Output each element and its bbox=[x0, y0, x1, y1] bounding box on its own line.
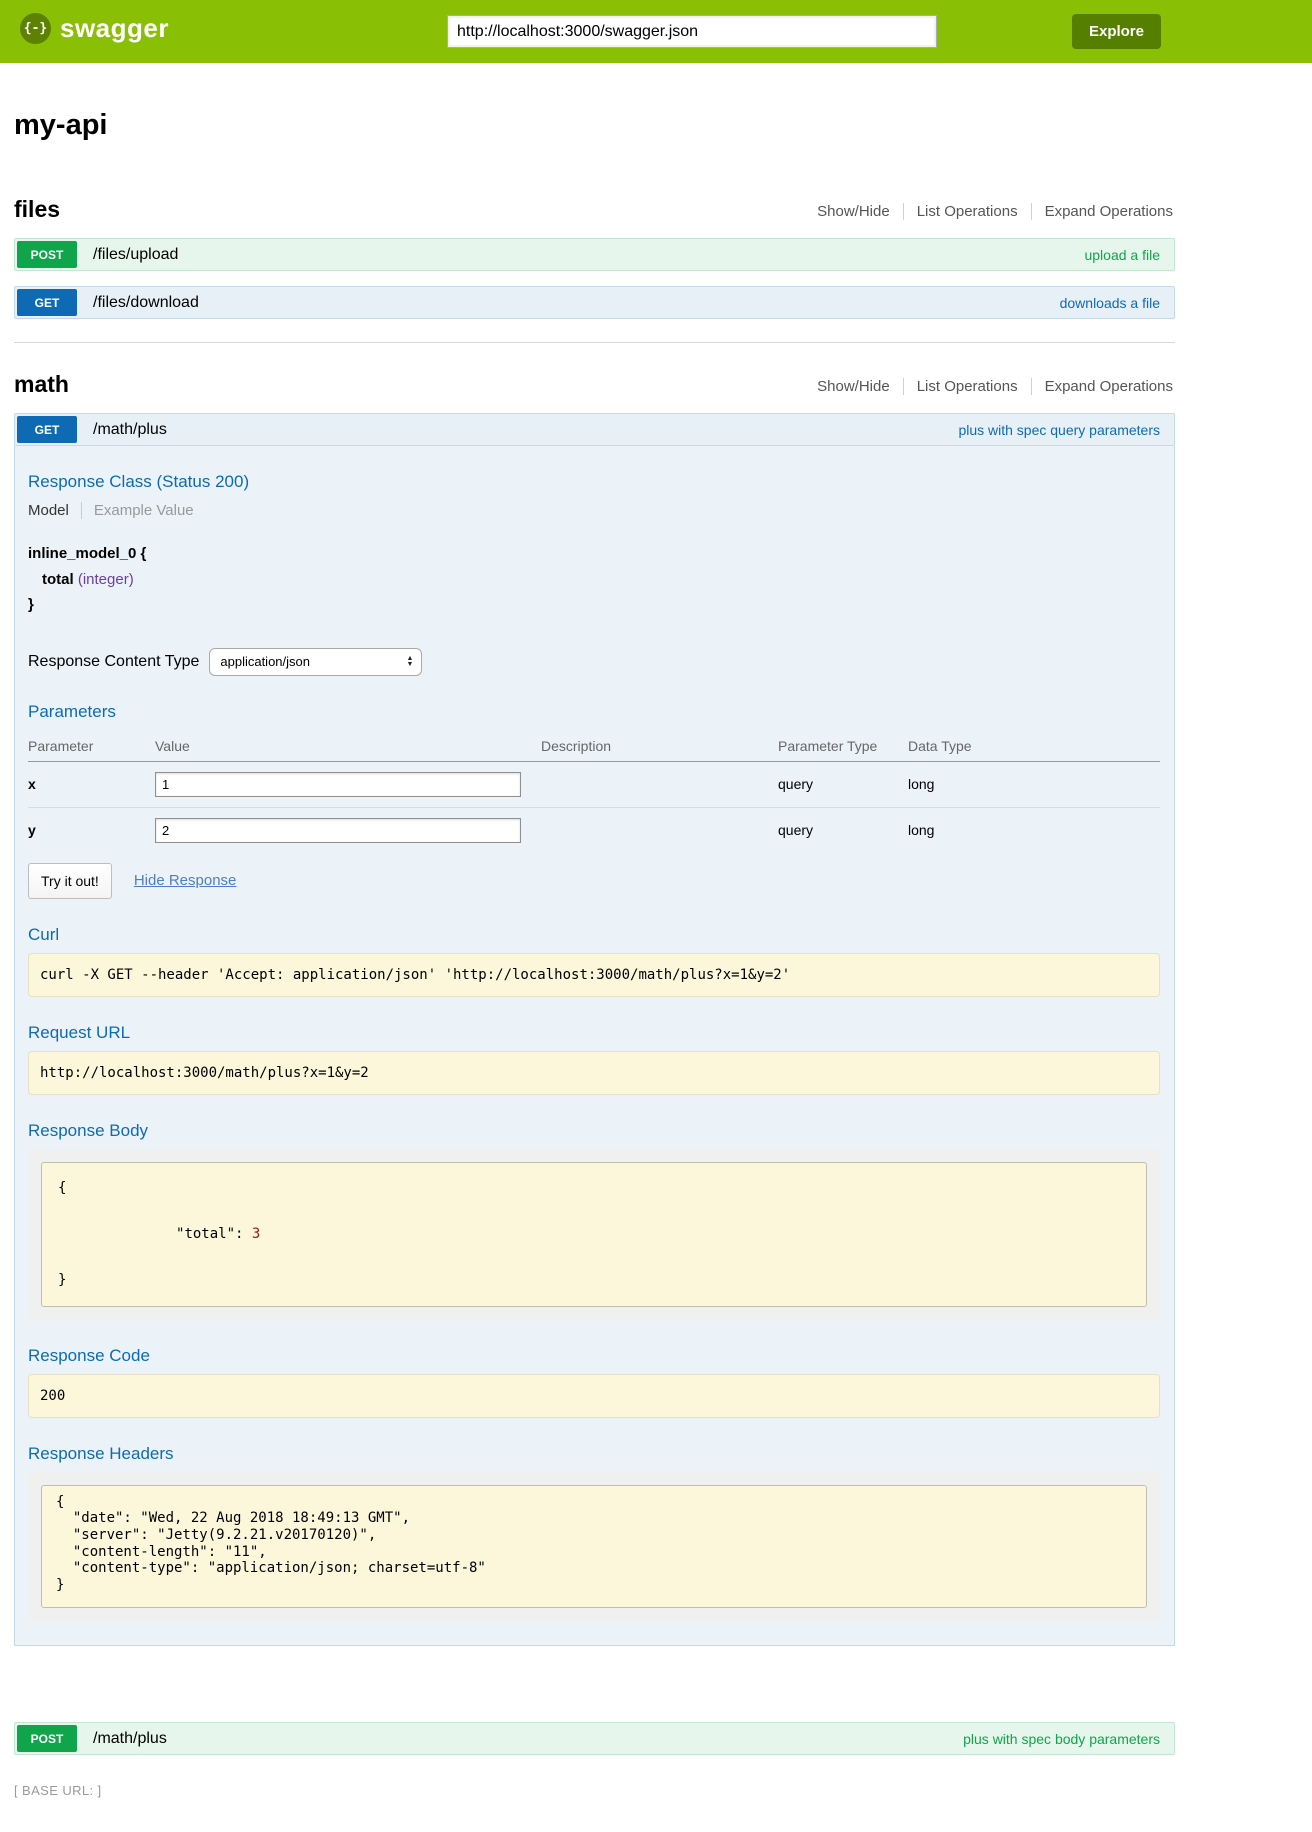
col-header-parameter: Parameter bbox=[28, 730, 155, 762]
response-body-close: } bbox=[58, 1269, 1130, 1292]
expand-operations-link[interactable]: Expand Operations bbox=[1031, 378, 1175, 395]
method-badge-get: GET bbox=[17, 289, 77, 316]
method-badge-get: GET bbox=[17, 416, 77, 443]
expand-operations-link[interactable]: Expand Operations bbox=[1031, 203, 1175, 220]
response-body-container: { "total": 3 } bbox=[28, 1149, 1160, 1320]
list-operations-link[interactable]: List Operations bbox=[903, 378, 1031, 395]
section-controls: Show/Hide List Operations Expand Operati… bbox=[804, 203, 1175, 223]
param-description bbox=[541, 807, 778, 853]
response-class-title: Response Class (Status 200) bbox=[28, 472, 1160, 492]
endpoint-row-post-math-plus[interactable]: POST /math/plus plus with spec body para… bbox=[14, 1722, 1175, 1755]
method-badge-post: POST bbox=[17, 1725, 77, 1752]
method-badge-post: POST bbox=[17, 241, 77, 268]
param-name: y bbox=[28, 807, 155, 853]
operation-detail-panel: Response Class (Status 200) Model Exampl… bbox=[14, 446, 1175, 1646]
response-body-key: "total": bbox=[159, 1226, 252, 1242]
api-title: my-api bbox=[14, 109, 1175, 142]
swagger-logo-text: swagger bbox=[60, 13, 169, 44]
section-title-math[interactable]: math bbox=[14, 371, 69, 398]
select-arrows-icon: ▲ ▼ bbox=[406, 656, 413, 668]
base-url-footer: [ BASE URL: ] bbox=[14, 1783, 1175, 1832]
response-class-tabs: Model Example Value bbox=[28, 502, 1160, 519]
tab-example-value[interactable]: Example Value bbox=[82, 502, 194, 519]
col-header-data-type: Data Type bbox=[908, 730, 1160, 762]
curl-title: Curl bbox=[28, 925, 1160, 945]
section-divider bbox=[14, 342, 1175, 343]
response-headers-container: { "date": "Wed, 22 Aug 2018 18:49:13 GMT… bbox=[28, 1472, 1160, 1621]
endpoint-row-post-files-upload[interactable]: POST /files/upload upload a file bbox=[14, 238, 1175, 271]
files-section: files Show/Hide List Operations Expand O… bbox=[14, 196, 1175, 319]
endpoint-path[interactable]: /files/download bbox=[93, 294, 199, 312]
try-it-out-button[interactable]: Try it out! bbox=[28, 863, 112, 899]
request-url-value: http://localhost:3000/math/plus?x=1&y=2 bbox=[28, 1051, 1160, 1095]
response-headers-title: Response Headers bbox=[28, 1444, 1160, 1464]
request-url-title: Request URL bbox=[28, 1023, 1160, 1043]
list-operations-link[interactable]: List Operations bbox=[903, 203, 1031, 220]
endpoint-summary[interactable]: plus with spec query parameters bbox=[958, 422, 1160, 438]
endpoint-summary[interactable]: downloads a file bbox=[1060, 295, 1160, 311]
model-open: inline_model_0 { bbox=[28, 541, 1160, 567]
param-type: query bbox=[778, 761, 908, 807]
col-header-description: Description bbox=[541, 730, 778, 762]
model-close: } bbox=[28, 592, 1160, 618]
response-content-type-select[interactable]: application/json ▲ ▼ bbox=[209, 648, 422, 676]
param-name: x bbox=[28, 761, 155, 807]
col-header-value: Value bbox=[155, 730, 541, 762]
explore-button[interactable]: Explore bbox=[1072, 14, 1161, 49]
swagger-logo-icon: {-} bbox=[20, 13, 51, 44]
section-title-files[interactable]: files bbox=[14, 196, 60, 223]
param-row-x: x query long bbox=[28, 761, 1160, 807]
param-data-type: long bbox=[908, 807, 1160, 853]
endpoint-summary[interactable]: upload a file bbox=[1084, 247, 1160, 263]
response-content-type-value: application/json bbox=[220, 654, 310, 669]
math-section: math Show/Hide List Operations Expand Op… bbox=[14, 371, 1175, 1755]
response-body-open: { bbox=[58, 1177, 1130, 1200]
param-row-y: y query long bbox=[28, 807, 1160, 853]
param-description bbox=[541, 761, 778, 807]
col-header-parameter-type: Parameter Type bbox=[778, 730, 908, 762]
response-headers: { "date": "Wed, 22 Aug 2018 18:49:13 GMT… bbox=[41, 1485, 1147, 1608]
model-signature: inline_model_0 { total (integer) } bbox=[28, 541, 1160, 618]
param-type: query bbox=[778, 807, 908, 853]
parameters-title: Parameters bbox=[28, 702, 1160, 722]
endpoint-path[interactable]: /math/plus bbox=[93, 421, 167, 439]
endpoint-row-get-math-plus[interactable]: GET /math/plus plus with spec query para… bbox=[14, 413, 1175, 446]
response-code-title: Response Code bbox=[28, 1346, 1160, 1366]
swagger-logo[interactable]: {-} swagger bbox=[20, 13, 169, 44]
show-hide-link[interactable]: Show/Hide bbox=[804, 203, 903, 220]
response-body: { "total": 3 } bbox=[41, 1162, 1147, 1307]
section-controls: Show/Hide List Operations Expand Operati… bbox=[804, 378, 1175, 398]
model-property-name: total bbox=[42, 571, 74, 588]
swagger-topbar: {-} swagger Explore bbox=[0, 0, 1312, 63]
spec-url-input[interactable] bbox=[447, 15, 937, 48]
endpoint-summary[interactable]: plus with spec body parameters bbox=[963, 1731, 1160, 1747]
model-property-type: (integer) bbox=[78, 571, 134, 588]
response-code-value: 200 bbox=[28, 1374, 1160, 1418]
tab-model[interactable]: Model bbox=[28, 502, 82, 519]
endpoint-row-get-files-download[interactable]: GET /files/download downloads a file bbox=[14, 286, 1175, 319]
param-value-input-y[interactable] bbox=[155, 818, 521, 843]
endpoint-path[interactable]: /files/upload bbox=[93, 246, 178, 264]
response-content-type-label: Response Content Type bbox=[28, 653, 199, 671]
swagger-ui-wrap: my-api files Show/Hide List Operations E… bbox=[14, 109, 1175, 1832]
show-hide-link[interactable]: Show/Hide bbox=[804, 378, 903, 395]
response-body-title: Response Body bbox=[28, 1121, 1160, 1141]
curl-command: curl -X GET --header 'Accept: applicatio… bbox=[28, 953, 1160, 997]
hide-response-link[interactable]: Hide Response bbox=[134, 872, 237, 889]
param-data-type: long bbox=[908, 761, 1160, 807]
parameters-table: Parameter Value Description Parameter Ty… bbox=[28, 730, 1160, 853]
param-value-input-x[interactable] bbox=[155, 772, 521, 797]
response-body-value: 3 bbox=[252, 1226, 260, 1242]
endpoint-path[interactable]: /math/plus bbox=[93, 1730, 167, 1748]
